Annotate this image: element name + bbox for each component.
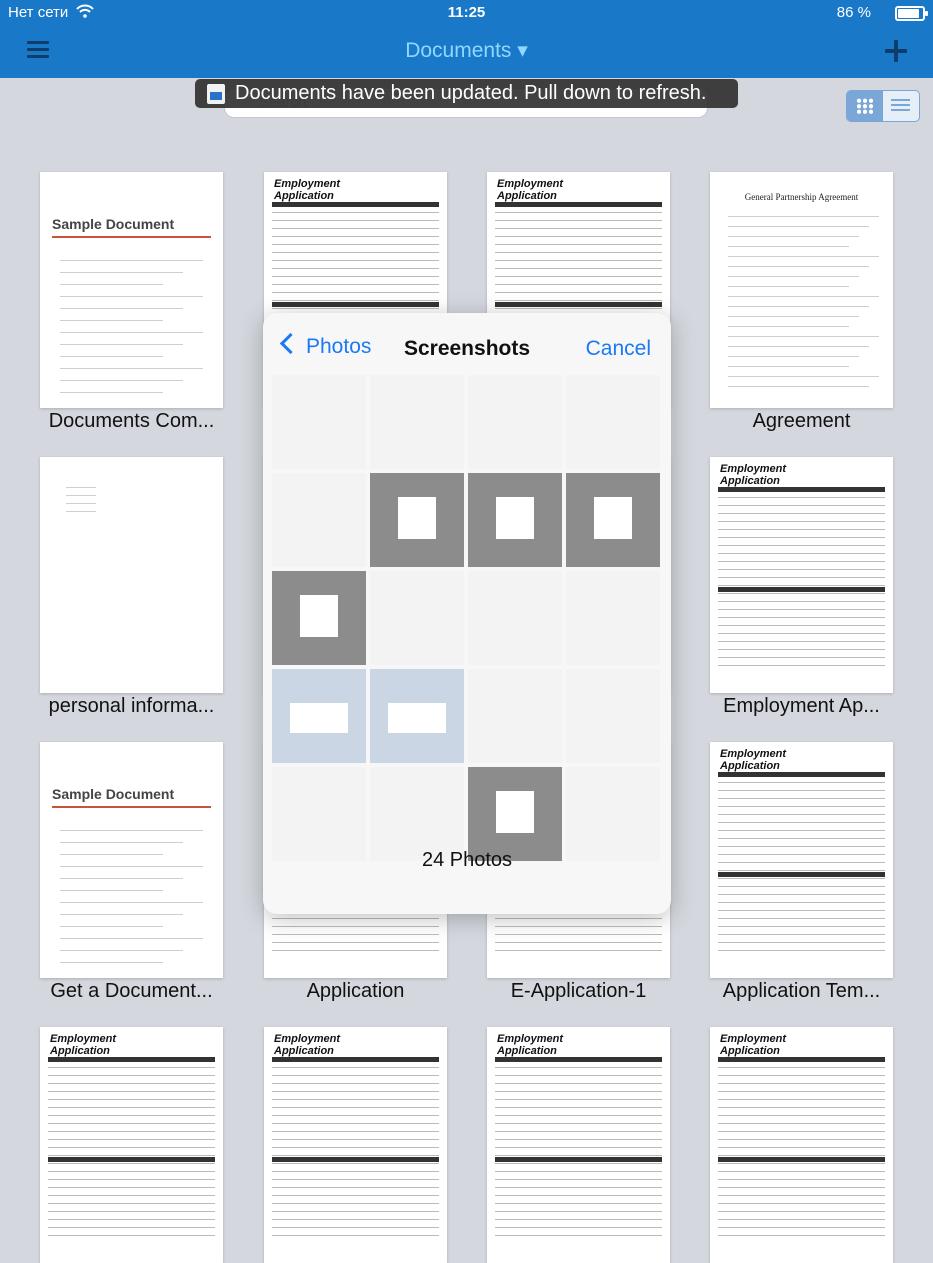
document-label[interactable]: Application Tem... (690, 980, 913, 1003)
grid-icon (856, 98, 874, 114)
document-thumbnail[interactable]: EmploymentApplication (264, 1027, 447, 1263)
thumbnail-heading: EmploymentApplication (720, 463, 786, 487)
photo-thumbnail[interactable] (468, 375, 562, 469)
photo-count: 24 Photos (421, 849, 513, 871)
photo-thumbnail[interactable] (566, 767, 660, 861)
photo-picker-modal: Photos Screenshots Cancel 24 Photos (263, 313, 671, 914)
document-thumbnail[interactable]: General Partnership Agreement (710, 172, 893, 408)
document-label[interactable]: personal informa... (20, 695, 243, 718)
photo-thumbnail[interactable] (370, 571, 464, 665)
thumbnail-heading-line2: Application (274, 1045, 334, 1057)
document-label[interactable]: Employment Ap... (690, 695, 913, 718)
photo-thumbnail[interactable] (370, 767, 464, 861)
photo-thumbnail[interactable] (272, 669, 366, 763)
document-label[interactable]: Get a Document... (20, 980, 243, 1003)
thumbnail-heading-line1: Employment (274, 1033, 341, 1045)
document-thumbnail[interactable]: EmploymentApplication (710, 742, 893, 978)
thumbnail-title: Sample Document (52, 216, 175, 232)
grid-view-button[interactable] (847, 91, 883, 121)
toast-text: Documents have been updated. Pull down t… (235, 82, 707, 104)
photo-thumbnail[interactable] (566, 375, 660, 469)
photo-thumbnail[interactable] (272, 473, 366, 567)
photo-thumbnail[interactable] (370, 473, 464, 567)
document-thumbnail[interactable] (40, 457, 223, 693)
thumbnail-heading-line2: Application (720, 475, 780, 487)
add-document-icon[interactable] (885, 40, 907, 62)
document-label[interactable]: Application (244, 980, 467, 1003)
view-toggle (846, 90, 920, 122)
clock: 11:25 (447, 4, 486, 21)
thumbnail-heading: EmploymentApplication (274, 178, 340, 202)
thumbnail-heading-line1: Employment (720, 1033, 787, 1045)
photo-thumbnail[interactable] (468, 669, 562, 763)
document-label[interactable]: Agreement (690, 410, 913, 433)
document-label[interactable]: E-Application-1 (467, 980, 690, 1003)
photo-thumbnail[interactable] (566, 571, 660, 665)
thumbnail-title: Sample Document (52, 786, 175, 802)
thumbnail-heading-line1: Employment (497, 1033, 564, 1045)
document-thumbnail[interactable]: Sample Document (40, 742, 223, 978)
photo-thumbnail[interactable] (370, 669, 464, 763)
thumbnail-heading: EmploymentApplication (497, 178, 563, 202)
navigation-bar: Нет сети 11:25 86 % Documents ▾ (0, 0, 933, 78)
battery-percent: 86 % (836, 4, 871, 21)
document-label[interactable]: Documents Com... (20, 410, 243, 433)
document-thumbnail[interactable]: EmploymentApplication (487, 1027, 670, 1263)
photo-thumbnail[interactable] (566, 669, 660, 763)
status-bar: Нет сети 11:25 86 % (0, 0, 933, 26)
thumbnail-heading: EmploymentApplication (720, 1033, 786, 1057)
battery-icon (895, 6, 928, 21)
thumbnail-heading-line2: Application (497, 1045, 557, 1057)
photo-thumbnail[interactable] (468, 571, 562, 665)
photo-thumbnail[interactable] (468, 473, 562, 567)
thumbnail-heading: EmploymentApplication (50, 1033, 116, 1057)
photo-thumbnail[interactable] (272, 375, 366, 469)
thumbnail-heading: EmploymentApplication (497, 1033, 563, 1057)
thumbnail-heading-line2: Application (274, 190, 334, 202)
document-thumbnail[interactable]: EmploymentApplication (710, 457, 893, 693)
photo-thumbnail[interactable] (566, 473, 660, 567)
document-thumbnail[interactable]: EmploymentApplication (710, 1027, 893, 1263)
photo-thumbnail[interactable] (468, 767, 562, 861)
thumbnail-heading: EmploymentApplication (274, 1033, 340, 1057)
documents-dropdown[interactable]: Documents ▾ (0, 38, 933, 63)
thumbnail-heading-line2: Application (50, 1045, 110, 1057)
document-thumbnail[interactable]: EmploymentApplication (40, 1027, 223, 1263)
photo-thumbnail[interactable] (272, 571, 366, 665)
thumbnail-heading-line1: Employment (720, 748, 787, 760)
list-view-button[interactable] (882, 91, 919, 121)
thumbnail-heading-line2: Application (497, 190, 557, 202)
document-thumbnail[interactable]: Sample Document (40, 172, 223, 408)
photo-thumbnail[interactable] (272, 767, 366, 861)
thumbnail-heading: EmploymentApplication (720, 748, 786, 772)
thumbnail-title: General Partnership Agreement (744, 192, 859, 202)
document-icon (207, 84, 225, 104)
thumbnail-heading-line1: Employment (50, 1033, 117, 1045)
list-icon (891, 99, 910, 113)
refresh-toast: Documents have been updated. Pull down t… (195, 79, 738, 108)
photo-thumbnail[interactable] (370, 375, 464, 469)
thumbnail-heading-line2: Application (720, 760, 780, 772)
thumbnail-heading-line1: Employment (497, 178, 564, 190)
picker-header: Photos Screenshots Cancel (263, 313, 671, 383)
cancel-button[interactable]: Cancel (586, 337, 651, 361)
thumbnail-heading-line1: Employment (720, 463, 787, 475)
thumbnail-heading-line1: Employment (274, 178, 341, 190)
thumbnail-heading-line2: Application (720, 1045, 780, 1057)
